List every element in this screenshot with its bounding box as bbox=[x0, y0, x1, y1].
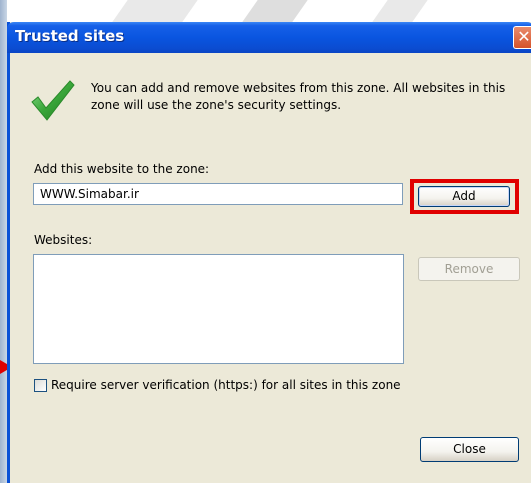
screenshot-stage: Trusted sites ✕ You can add and remove w… bbox=[0, 0, 531, 483]
green-checkmark-icon bbox=[31, 80, 75, 121]
websites-label: Websites: bbox=[34, 233, 93, 247]
background-stripe bbox=[112, 0, 198, 22]
background-left-bar bbox=[0, 0, 7, 483]
website-input[interactable] bbox=[33, 183, 403, 205]
background-stripe bbox=[242, 0, 308, 22]
remove-button[interactable]: Remove bbox=[418, 257, 520, 281]
websites-list[interactable] bbox=[33, 254, 404, 364]
https-checkbox[interactable] bbox=[34, 378, 47, 392]
info-text: You can add and remove websites from thi… bbox=[91, 81, 506, 112]
dialog-titlebar[interactable]: Trusted sites ✕ bbox=[7, 22, 531, 53]
add-website-label: Add this website to the zone: bbox=[34, 162, 210, 176]
close-icon[interactable]: ✕ bbox=[513, 26, 531, 49]
https-checkbox-label[interactable]: Require server verification (https:) for… bbox=[51, 378, 401, 392]
close-button[interactable]: Close bbox=[420, 437, 519, 462]
background-stripe bbox=[372, 0, 428, 22]
https-checkbox-row[interactable]: Require server verification (https:) for… bbox=[34, 377, 401, 393]
dialog-title: Trusted sites bbox=[15, 27, 125, 45]
add-button[interactable]: Add bbox=[418, 186, 510, 207]
